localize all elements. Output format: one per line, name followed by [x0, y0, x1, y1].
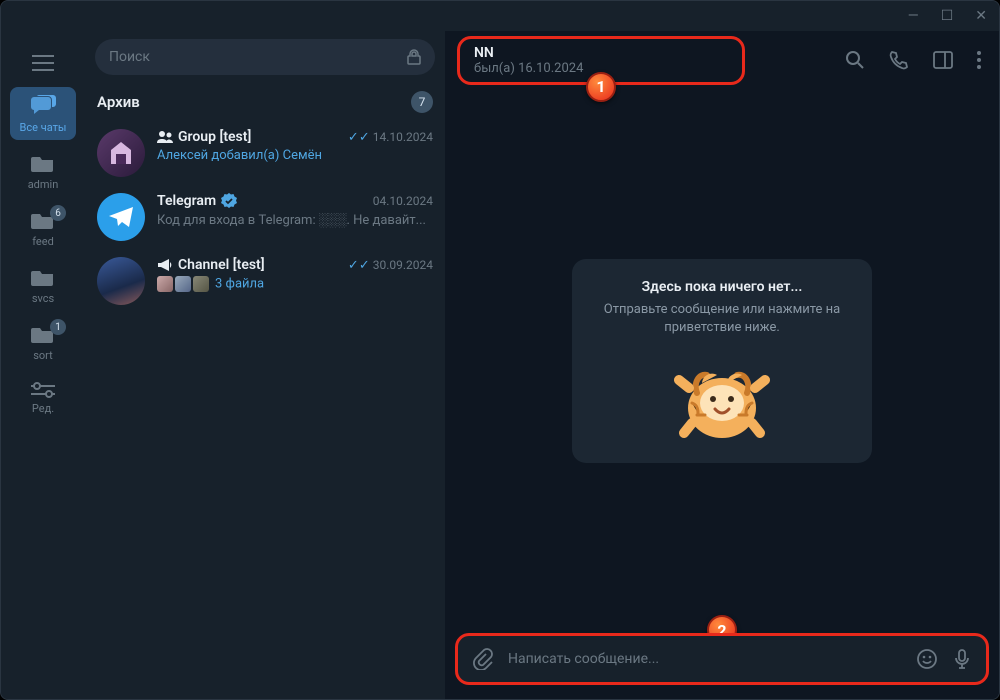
nav-rail: Все чаты admin 6 feed svcs 1 sort [1, 31, 85, 699]
header-actions [845, 50, 981, 70]
annotation-box-2 [455, 633, 989, 685]
chat-main: NN был(а) 16.10.2024 1 Здесь пока ничего… [445, 31, 999, 699]
rail-label: feed [32, 235, 54, 248]
chats-icon [30, 95, 56, 117]
chat-row[interactable]: Group [test] ✓✓14.10.2024 Алексей добави… [85, 121, 445, 185]
chat-preview: 3 файла [157, 276, 433, 292]
megaphone-icon [157, 258, 173, 272]
more-icon[interactable] [977, 51, 981, 69]
rail-badge: 1 [50, 319, 66, 335]
folder-icon [31, 154, 55, 174]
rail-label: svcs [32, 292, 54, 305]
telegram-logo-icon [107, 205, 135, 229]
lock-icon [407, 49, 421, 65]
empty-title: Здесь пока ничего нет... [598, 279, 846, 295]
chat-name: Channel [test] [157, 257, 265, 273]
chat-row[interactable]: Channel [test] ✓✓30.09.2024 3 файла [85, 249, 445, 313]
emoji-icon[interactable] [916, 648, 938, 670]
chat-date: ✓✓30.09.2024 [348, 258, 433, 273]
rail-label: Все чаты [20, 121, 67, 134]
settings-sliders-icon [31, 382, 55, 398]
menu-button[interactable] [22, 45, 64, 81]
avatar [97, 257, 145, 305]
rail-label: admin [28, 178, 59, 191]
rail-item-edit[interactable]: Ред. [10, 374, 76, 421]
archive-count: 7 [411, 91, 433, 113]
titlebar: — ☐ ✕ [1, 1, 999, 31]
chat-date: 04.10.2024 [373, 194, 433, 208]
search-input[interactable] [109, 49, 407, 65]
group-icon [157, 130, 173, 144]
chat-list: Архив 7 Group [test] ✓✓14.10.2024 [85, 31, 445, 699]
rail-item-admin[interactable]: admin [10, 146, 76, 197]
attach-icon[interactable] [472, 648, 494, 670]
rail-item-all-chats[interactable]: Все чаты [10, 87, 76, 140]
rail-item-svcs[interactable]: svcs [10, 260, 76, 311]
empty-subtitle: Отправьте сообщение или нажмите на приве… [598, 301, 846, 337]
rail-label: sort [33, 349, 53, 362]
annotation-box-1: NN был(а) 16.10.2024 1 [457, 36, 745, 85]
greeting-sticker[interactable] [667, 353, 777, 443]
media-thumbs [157, 276, 209, 292]
chat-header: NN был(а) 16.10.2024 1 [445, 31, 999, 89]
read-checks-icon: ✓✓ [348, 258, 370, 273]
chat-row[interactable]: Telegram 04.10.2024 Код для входа в Tele… [85, 185, 445, 249]
archive-title: Архив [97, 93, 399, 111]
empty-state: Здесь пока ничего нет... Отправьте сообщ… [445, 89, 999, 633]
rail-item-sort[interactable]: 1 sort [10, 317, 76, 368]
rail-item-feed[interactable]: 6 feed [10, 203, 76, 254]
message-input[interactable] [508, 651, 902, 667]
call-icon[interactable] [889, 50, 909, 70]
search-icon[interactable] [845, 50, 865, 70]
chat-name: Group [test] [157, 129, 251, 145]
read-checks-icon: ✓✓ [348, 130, 370, 145]
search-input-wrap[interactable] [95, 39, 435, 75]
chat-preview: Код для входа в Telegram: ░░░. Не давайт… [157, 212, 433, 228]
chat-preview: Алексей добавил(а) Семён [157, 148, 433, 163]
archive-row[interactable]: Архив 7 [85, 83, 445, 121]
avatar [97, 193, 145, 241]
chat-name: Telegram [157, 193, 237, 209]
greeting-card[interactable]: Здесь пока ничего нет... Отправьте сообщ… [572, 259, 872, 463]
annotation-badge-1: 1 [586, 72, 616, 102]
voice-icon[interactable] [952, 648, 972, 670]
contact-name[interactable]: NN [474, 45, 728, 61]
close-button[interactable]: ✕ [975, 8, 987, 24]
maximize-button[interactable]: ☐ [941, 8, 954, 24]
folder-icon [31, 268, 55, 288]
avatar [97, 129, 145, 177]
rail-badge: 6 [50, 205, 66, 221]
app-window: — ☐ ✕ Все чаты admin 6 feed [0, 0, 1000, 700]
sidebar-toggle-icon[interactable] [933, 51, 953, 69]
chat-date: ✓✓14.10.2024 [348, 130, 433, 145]
minimize-button[interactable]: — [908, 8, 919, 24]
verified-icon [221, 193, 237, 209]
rail-label: Ред. [32, 402, 54, 415]
